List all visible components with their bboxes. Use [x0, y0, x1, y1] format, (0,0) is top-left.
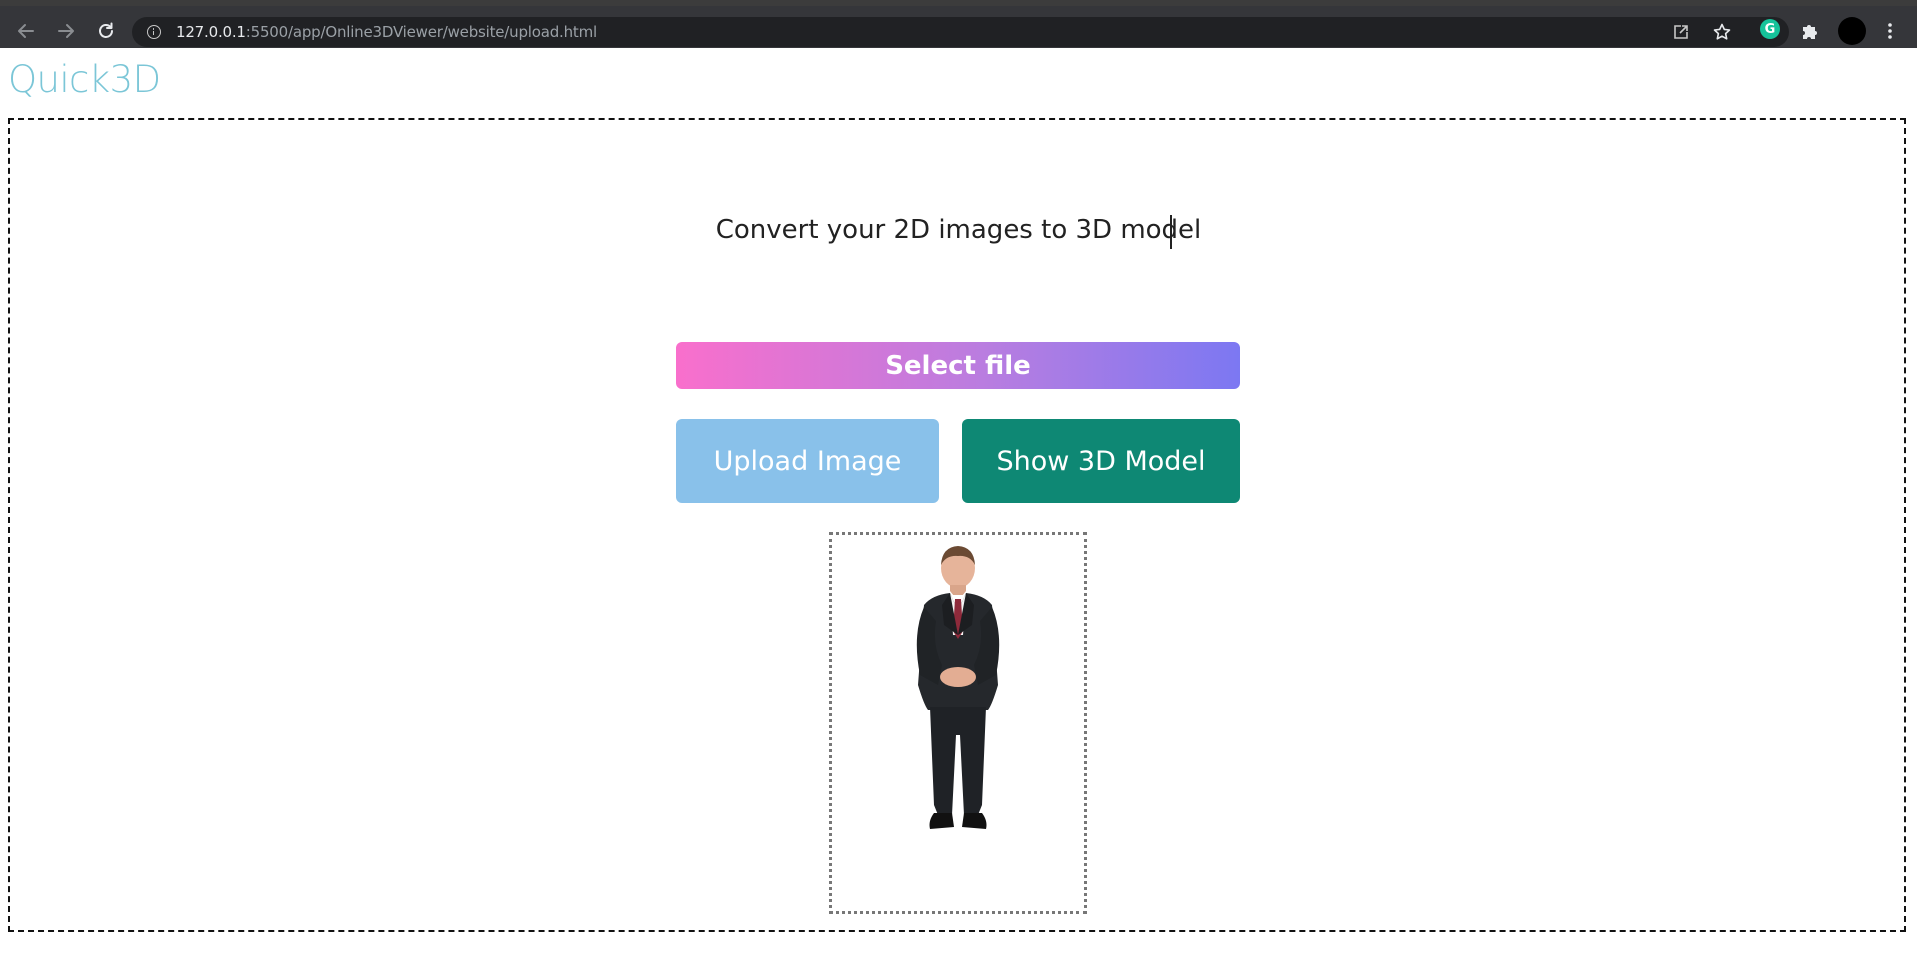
kebab-menu-icon[interactable]: [1880, 19, 1900, 43]
reload-icon[interactable]: [94, 19, 118, 43]
back-arrow-icon[interactable]: [14, 19, 38, 43]
upload-image-button[interactable]: Upload Image: [676, 419, 939, 503]
forward-arrow-icon[interactable]: [54, 19, 78, 43]
browser-toolbar: 127.0.0.1:5500/app/Online3DViewer/websit…: [0, 6, 1917, 48]
text-cursor: [1170, 215, 1172, 249]
address-bar[interactable]: 127.0.0.1:5500/app/Online3DViewer/websit…: [132, 17, 1789, 47]
url-text[interactable]: 127.0.0.1:5500/app/Online3DViewer/websit…: [176, 23, 597, 41]
image-preview: [829, 532, 1087, 914]
grammarly-icon[interactable]: G: [1760, 19, 1780, 39]
select-file-button[interactable]: Select file: [676, 342, 1240, 389]
bookmark-star-icon[interactable]: [1712, 22, 1732, 42]
site-logo[interactable]: Quick3D: [8, 58, 161, 101]
share-icon[interactable]: [1671, 22, 1691, 42]
show-3d-model-button[interactable]: Show 3D Model: [962, 419, 1240, 503]
page-headline: Convert your 2D images to 3D model: [715, 215, 1202, 245]
extensions-puzzle-icon[interactable]: [1798, 19, 1822, 43]
site-info-icon[interactable]: [147, 25, 161, 39]
person-photo: [916, 546, 1000, 829]
url-host: 127.0.0.1: [176, 23, 246, 41]
profile-avatar[interactable]: [1838, 17, 1866, 45]
url-path: :5500/app/Online3DViewer/website/upload.…: [245, 23, 597, 41]
